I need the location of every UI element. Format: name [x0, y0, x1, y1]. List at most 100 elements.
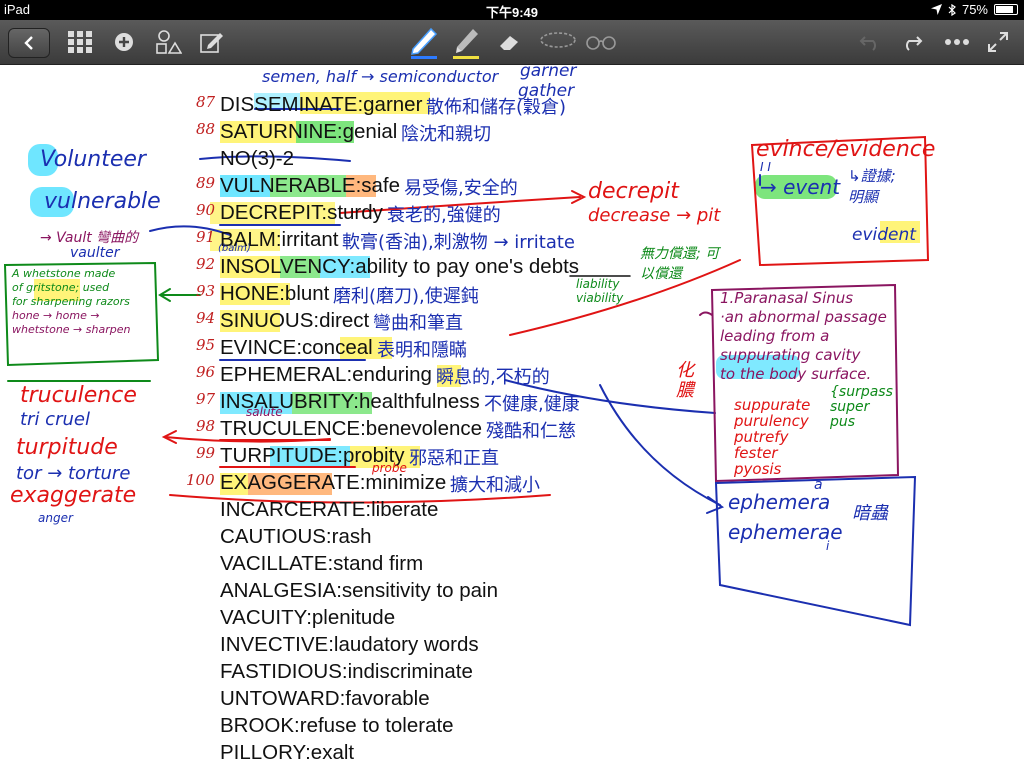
more-button[interactable]	[942, 28, 972, 56]
chinese-note: 邪惡和正直	[409, 448, 499, 469]
garner-note: garner	[520, 61, 577, 81]
ephemera-cn: 暗蟲	[852, 503, 888, 524]
edit-button[interactable]	[198, 28, 226, 56]
item-number: 89	[196, 174, 216, 192]
vault-note: → Vault 彎曲的	[40, 230, 139, 246]
word-pair: ANALGESIA:sensitivity to pain	[220, 579, 499, 602]
add-icon	[115, 33, 133, 51]
fullscreen-icon	[988, 32, 1008, 52]
highlighter-tool[interactable]	[450, 28, 482, 59]
word-pair: HONE:blunt	[220, 282, 330, 305]
glasses-tool[interactable]	[584, 28, 618, 56]
whetstone-line: A whetstone made	[12, 267, 116, 280]
pus-word: fester	[734, 444, 778, 462]
grid-button[interactable]	[66, 28, 94, 56]
back-icon	[24, 36, 33, 50]
grid-icon	[68, 31, 92, 53]
whetstone-line: hone → home →	[12, 309, 100, 322]
word-pair: DISSEMINATE:garner	[220, 93, 423, 116]
battery-percent: 75%	[961, 2, 988, 17]
note-canvas[interactable]: DISSEMINATE:garner 87 散佈和儲存(穀倉) SATURNINE:g…	[0, 61, 1024, 768]
evidence-cn: ↳證據; 明顯	[848, 167, 896, 206]
item-number: 94	[196, 309, 216, 327]
ephemera-line: ephemera	[728, 490, 831, 514]
word-pair: DECREPIT:sturdy	[220, 201, 383, 224]
item-number: 88	[196, 120, 216, 138]
redo-button[interactable]	[898, 28, 926, 56]
ephemera-i: i	[826, 539, 830, 553]
evince-ii: I I	[760, 160, 771, 174]
pus-green-line: pus	[830, 414, 856, 430]
vaulter-note: vaulter	[70, 245, 120, 261]
undo-icon	[859, 36, 876, 51]
word-pair: VACUITY:plenitude	[220, 606, 396, 629]
battery-icon	[994, 4, 1018, 15]
chinese-note: 易受傷,安全的	[404, 178, 518, 199]
chinese-note: 擴大和減小	[450, 475, 540, 496]
probe-note: probe	[372, 461, 407, 475]
more-icon	[945, 39, 969, 45]
eraser-tool[interactable]	[496, 28, 524, 56]
pen-tool[interactable]	[408, 27, 440, 59]
word-pair: EPHEMERAL:enduring	[220, 363, 432, 386]
sinus-line: 1.Paranasal Sinus	[720, 289, 854, 307]
shapes-button[interactable]	[154, 28, 184, 56]
status-bar: iPad 下午9:49 75%	[0, 0, 1024, 20]
lasso-icon	[540, 32, 576, 48]
location-icon	[930, 4, 942, 15]
whetstone-line: of gritstone; used	[12, 281, 110, 294]
word-pair: EXAGGERATE:minimize	[220, 471, 447, 494]
liability-note: liability	[576, 277, 620, 291]
item-number: 90	[196, 201, 216, 219]
bluetooth-icon	[948, 3, 956, 16]
ephemera-box: ephemera ephemerae	[728, 487, 843, 547]
event-note: → event	[760, 175, 841, 199]
chinese-note: 磨利(磨刀),使遲鈍	[333, 286, 479, 307]
decrease-note: decrease → pit	[588, 205, 721, 226]
sinus-line: leading from a	[720, 327, 830, 345]
item-number: 92	[196, 255, 216, 273]
chinese-note: 彎曲和筆直	[373, 313, 463, 334]
word-pair: PILLORY:exalt	[220, 741, 355, 764]
pus-green-line: {surpass	[830, 384, 893, 400]
lasso-tool[interactable]	[536, 28, 580, 56]
shapes-icon	[156, 30, 182, 54]
balm-note: (balm)	[218, 243, 251, 254]
viability-note: viability	[576, 291, 624, 305]
edit-icon	[200, 33, 223, 53]
highlighter-icon	[453, 29, 479, 59]
item-number: 96	[196, 363, 216, 381]
word-pair: NO(3)-2	[220, 147, 295, 170]
chinese-note: 不健康,健康	[484, 394, 580, 415]
sinus-line: to the body surface.	[720, 365, 872, 383]
add-button[interactable]	[110, 28, 138, 56]
status-right: 75%	[930, 2, 1018, 17]
undo-button[interactable]	[856, 28, 884, 56]
glasses-icon	[586, 36, 616, 50]
turpitude-note: turpitude	[16, 435, 118, 460]
gather-note-text: gather	[518, 81, 575, 101]
word-pair: SINUOUS:direct	[220, 309, 370, 332]
back-button[interactable]	[8, 28, 50, 58]
hua-note: 化膿	[676, 360, 694, 401]
sinus-line: ·an abnormal passage	[720, 308, 887, 326]
salute-note: salute	[246, 405, 283, 419]
pus-words: suppurate purulency putrefy fester pyosi…	[734, 397, 810, 477]
evident-note: evident	[852, 225, 916, 245]
toolbar	[0, 20, 1024, 65]
fullscreen-button[interactable]	[984, 28, 1012, 56]
item-number: 87	[196, 93, 216, 111]
item-number: 95	[196, 336, 216, 354]
word-pair: CAUTIOUS:rash	[220, 525, 372, 548]
pus-word: putrefy	[734, 428, 789, 446]
vulnerable-note: vulnerable	[44, 189, 161, 214]
pus-green: {surpass super pus	[830, 385, 893, 430]
chinese-note: 瞬息的,不朽的	[436, 367, 550, 388]
item-number: 100	[186, 471, 215, 489]
pus-green-line: super	[830, 399, 870, 415]
whetstone-line: for sharpening razors	[12, 295, 130, 308]
word-pair: FASTIDIOUS:indiscriminate	[220, 660, 473, 683]
tri-cruel-note: tri cruel	[20, 409, 90, 430]
exaggerate-note: exaggerate	[10, 483, 137, 508]
semen-note: semen, half → semiconductor	[262, 67, 499, 86]
